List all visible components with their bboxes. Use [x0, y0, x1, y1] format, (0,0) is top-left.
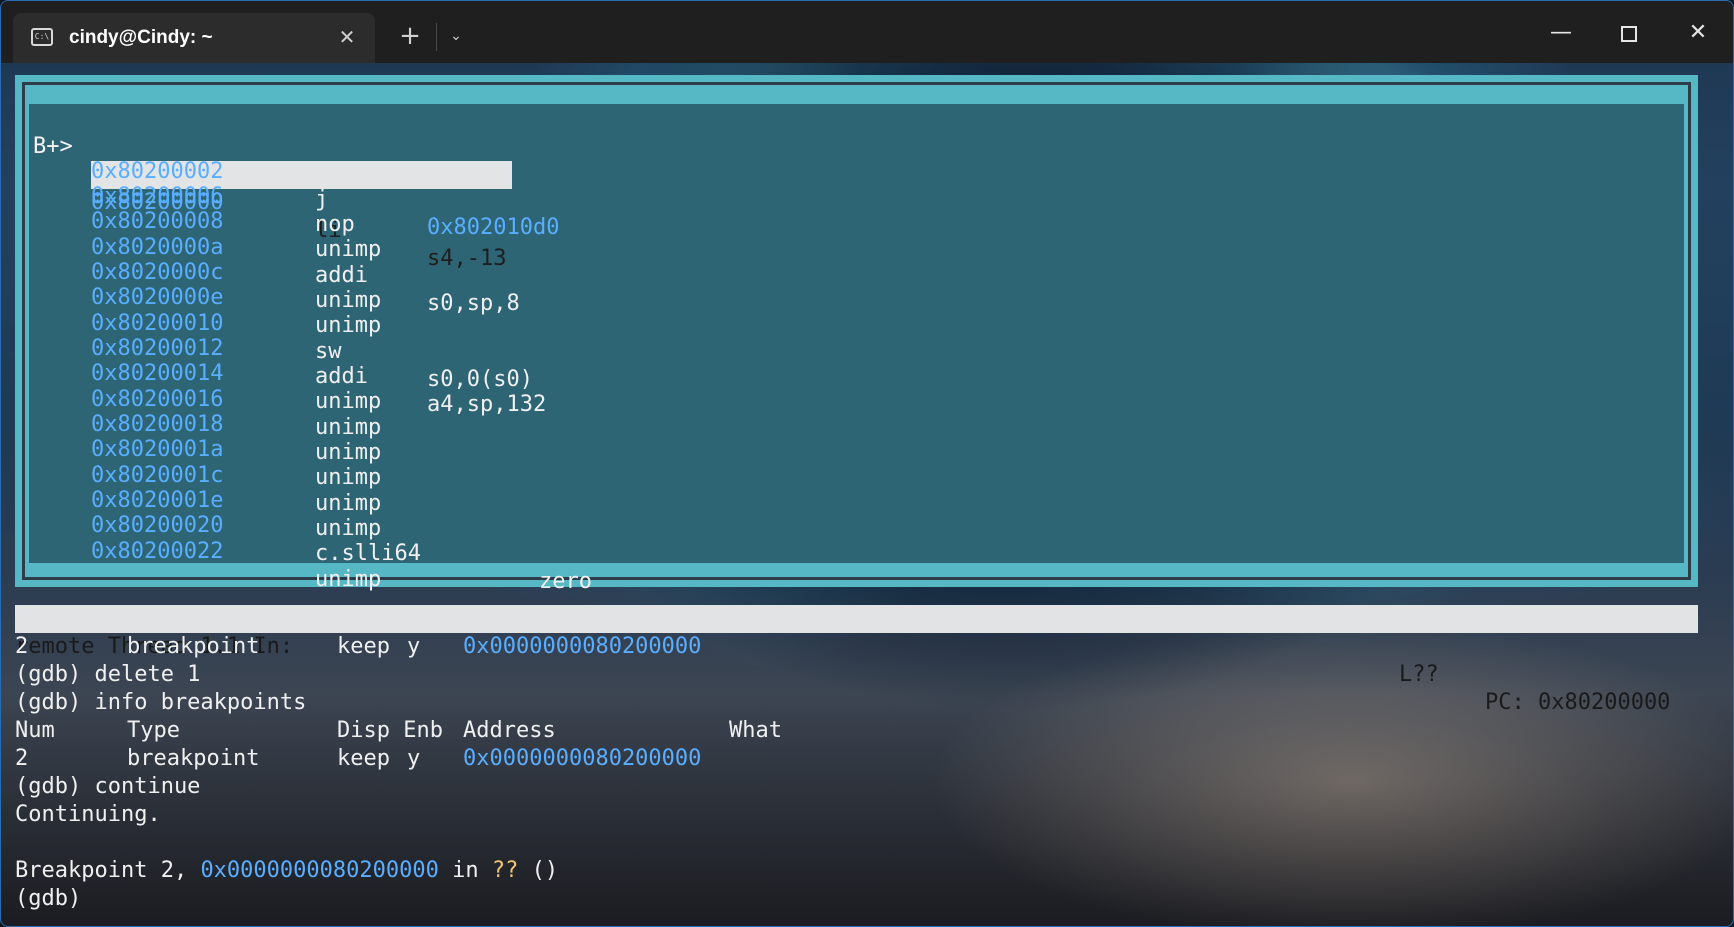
minimize-button[interactable]: —	[1541, 15, 1581, 51]
asm-row[interactable]: 0x80200002 j 0x802010d0	[29, 130, 1684, 240]
asm-row[interactable]: 0x8020000e unimp	[29, 256, 1684, 338]
asm-row[interactable]: 0x80200020 c.slli64 zero	[29, 484, 1684, 594]
bp-enb: y	[407, 634, 421, 659]
asm-row[interactable]: 0x80200014 unimp	[29, 332, 1684, 414]
asm-row[interactable]: 0x8020000a addi s0,sp,8	[29, 206, 1684, 316]
console-line: (gdb) continue	[15, 774, 201, 799]
bp-address: 0x0000000080200000	[463, 634, 702, 659]
asm-row[interactable]: 0x8020001e unimp	[29, 459, 1684, 541]
header-disp-enb: Disp Enb	[337, 718, 443, 743]
asm-row[interactable]: 0x80200008 unimp	[29, 180, 1684, 262]
asm-row[interactable]: 0x80200022 unimp	[29, 510, 1684, 592]
bp-hit-in: in	[438, 858, 492, 883]
bp-num: 2	[15, 746, 29, 771]
console-line: Breakpoint 2, 0x0000000080200000 in ?? (…	[15, 857, 558, 885]
bp-type: breakpoint	[127, 634, 260, 659]
console-line: Continuing.	[15, 802, 161, 827]
asm-row[interactable]: 0x80200010 sw s0,0(s0)	[29, 282, 1684, 392]
bp-disp: keep	[337, 634, 390, 659]
console-line: 2 breakpoint keep y 0x0000000080200000	[15, 633, 701, 661]
gdb-console[interactable]: 2 breakpoint keep y 0x0000000080200000 (…	[15, 633, 1698, 923]
tab-title: cindy@Cindy: ~	[69, 27, 213, 48]
console-line: 2 breakpoint keep y 0x0000000080200000	[15, 745, 701, 773]
bp-hit-function: ??	[491, 858, 519, 883]
gdb-prompt[interactable]: (gdb)	[15, 885, 81, 913]
asm-row[interactable]: 0x80200018 unimp	[29, 383, 1684, 465]
asm-row[interactable]: 0x8020001a unimp	[29, 408, 1684, 490]
new-tab-button[interactable]: +	[395, 21, 425, 51]
asm-row[interactable]: 0x80200016 unimp	[29, 358, 1684, 440]
asm-row[interactable]: 0x8020000c unimp	[29, 231, 1684, 313]
console-table-header: Num Type Disp Enb Address What	[15, 717, 782, 745]
tui-asm-window: B+> 0x80200000 li s4,-13 0x80200002 j 0x…	[15, 75, 1698, 594]
bp-hit-address: 0x0000000080200000	[200, 858, 439, 883]
asm-row[interactable]: 0x8020001c unimp	[29, 434, 1684, 516]
tab-dropdown-chevron-icon[interactable]: ⌄	[441, 21, 471, 51]
tab-divider	[436, 23, 437, 51]
terminal-window: C:\ cindy@Cindy: ~ ✕ + ⌄ — ✕ B+> 0x80200…	[0, 0, 1734, 927]
asm-address: 0x80200022	[91, 539, 224, 564]
asm-mnemonic: unimp	[315, 567, 382, 592]
maximize-icon	[1621, 25, 1637, 42]
terminal-icon: C:\	[31, 28, 53, 46]
bp-type: breakpoint	[127, 746, 260, 771]
tab-close-icon[interactable]: ✕	[333, 23, 361, 51]
close-window-button[interactable]: ✕	[1678, 15, 1718, 51]
asm-row[interactable]: 0x80200012 addi a4,sp,132	[29, 307, 1684, 417]
header-what: What	[729, 718, 782, 743]
bp-address: 0x0000000080200000	[463, 746, 702, 771]
header-type: Type	[127, 718, 180, 743]
asm-row[interactable]: 0x80200006 nop	[29, 155, 1684, 237]
bp-hit-suffix: ()	[518, 858, 559, 883]
bp-enb: y	[407, 746, 421, 771]
asm-mnemonic: c.slli64	[315, 541, 421, 566]
asm-operands: zero	[539, 569, 592, 594]
asm-row-current[interactable]: B+> 0x80200000 li s4,-13	[29, 105, 1684, 271]
title-bar: C:\ cindy@Cindy: ~ ✕ + ⌄ — ✕	[1, 1, 1733, 63]
tui-asm-frame: B+> 0x80200000 li s4,-13 0x80200002 j 0x…	[22, 82, 1691, 594]
bp-hit-prefix: Breakpoint 2,	[15, 858, 201, 883]
bp-disp: keep	[337, 746, 390, 771]
bp-num: 2	[15, 634, 29, 659]
asm-panel[interactable]: B+> 0x80200000 li s4,-13 0x80200002 j 0x…	[29, 104, 1684, 594]
header-num: Num	[15, 718, 55, 743]
console-line: (gdb) delete 1	[15, 662, 201, 687]
tui-status-bar: remote Thread 1.1 In: L?? PC: 0x80200000	[15, 605, 1698, 715]
header-address: Address	[463, 718, 556, 743]
terminal-tab[interactable]: C:\ cindy@Cindy: ~ ✕	[13, 13, 375, 63]
console-line: (gdb) info breakpoints	[15, 690, 307, 715]
maximize-button[interactable]	[1609, 15, 1649, 51]
